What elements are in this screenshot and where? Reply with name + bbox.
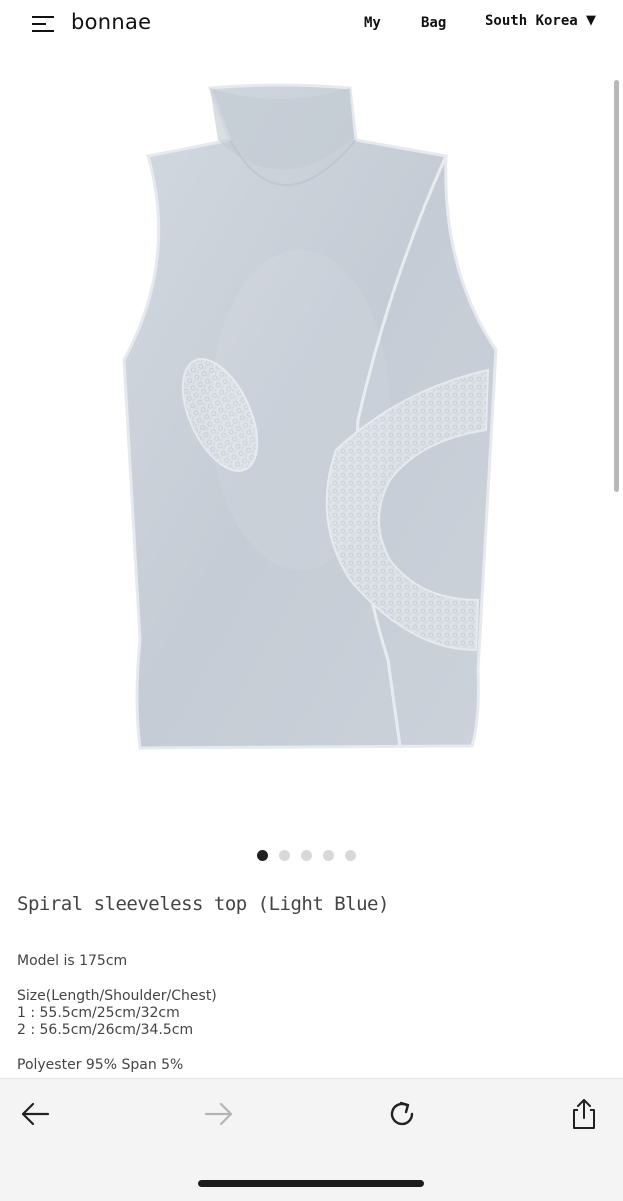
reload-icon[interactable] — [385, 1097, 419, 1131]
size-heading: Size(Length/Shoulder/Chest) — [17, 988, 217, 1004]
arrow-right-icon[interactable] — [202, 1097, 236, 1131]
nav-bag-link[interactable]: Bag — [421, 15, 446, 31]
arrow-left-icon[interactable] — [18, 1097, 52, 1131]
menu-icon[interactable] — [30, 14, 56, 34]
size-info: Size(Length/Shoulder/Chest) 1 : 55.5cm/2… — [17, 988, 217, 1039]
brand-logo[interactable]: bonnae — [71, 10, 151, 34]
carousel-dot[interactable] — [345, 850, 356, 861]
scrollbar[interactable] — [614, 80, 619, 492]
site-header: bonnae My Bag South Korea ▼ — [0, 0, 623, 46]
carousel-dot[interactable] — [323, 850, 334, 861]
country-selector[interactable]: South Korea — [485, 13, 578, 29]
nav-my-link[interactable]: My — [364, 15, 381, 31]
carousel-dot[interactable] — [257, 850, 268, 861]
size-option-2: 2 : 56.5cm/26cm/34.5cm — [17, 1022, 194, 1038]
product-image-svg — [122, 83, 498, 750]
fabric-info: Polyester 95% Span 5% — [17, 1057, 184, 1073]
carousel-dots — [257, 850, 356, 862]
size-option-1: 1 : 55.5cm/25cm/32cm — [17, 1005, 180, 1021]
product-title: Spiral sleeveless top (Light Blue) — [17, 893, 389, 915]
product-image[interactable] — [100, 80, 520, 760]
carousel-dot[interactable] — [279, 850, 290, 861]
share-icon[interactable] — [567, 1097, 601, 1131]
model-info: Model is 175cm — [17, 953, 128, 969]
carousel-dot[interactable] — [301, 850, 312, 861]
caret-down-icon[interactable]: ▼ — [586, 13, 596, 28]
home-indicator[interactable] — [198, 1180, 424, 1187]
